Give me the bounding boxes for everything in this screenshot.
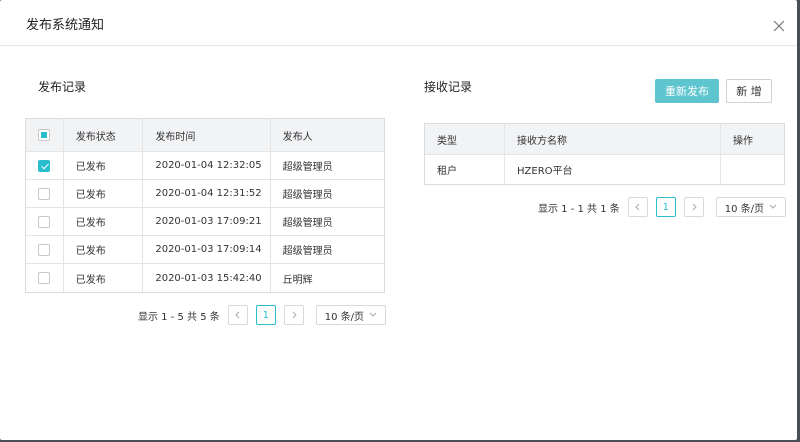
publish-records-pager: 显示 1 - 5 共 5 条 1 10 条/页 (138, 305, 386, 325)
action-cell (721, 155, 784, 184)
publisher-cell: 超级管理员 (282, 246, 333, 257)
publisher-cell: 丘明辉 (282, 274, 313, 286)
close-icon[interactable] (773, 20, 785, 32)
time-cell: 2020-01-03 15:42:40 (143, 264, 271, 292)
chevron-down-icon (369, 312, 377, 317)
table-row[interactable]: 已发布 2020-01-04 12:32:05 超级管理员 (26, 152, 384, 180)
row-checkbox[interactable] (38, 272, 51, 284)
status-cell: 已发布 (64, 208, 144, 235)
receiver-name-cell: HZERO平台 (505, 155, 721, 184)
prev-page-button[interactable] (227, 305, 248, 325)
select-all-checkbox[interactable] (38, 129, 51, 141)
row-checkbox[interactable] (38, 159, 51, 172)
republish-button[interactable]: 重新发布 (655, 79, 719, 103)
page-number-button[interactable]: 1 (655, 197, 676, 217)
publish-notice-modal: 发布系统通知 发布记录 发布状态 发布时间 发布人 已发布 2020-01-04 … (0, 0, 797, 440)
column-header-type: 类型 (425, 124, 505, 154)
row-checkbox[interactable] (38, 215, 51, 228)
time-cell: 2020-01-03 17:09:14 (143, 236, 271, 263)
column-header-publisher: 发布人 (282, 131, 313, 143)
chevron-left-icon (235, 311, 240, 319)
table-row[interactable]: 已发布 2020-01-03 15:42:40 丘明辉 (26, 264, 384, 292)
type-cell: 租户 (425, 155, 505, 184)
row-select-cell (26, 264, 64, 292)
table-row[interactable]: 已发布 2020-01-03 17:09:21 超级管理员 (26, 208, 384, 236)
status-cell: 已发布 (64, 236, 144, 263)
page-size-select[interactable]: 10 条/页 (715, 197, 786, 217)
page-size-label: 10 条/页 (324, 311, 365, 323)
table-header-row: 类型 接收方名称 操作 (425, 124, 784, 155)
receive-records-title: 接收记录 (424, 80, 473, 94)
table-row[interactable]: 租户 HZERO平台 (425, 155, 784, 184)
status-cell: 已发布 (64, 264, 144, 292)
row-select-cell (26, 180, 64, 207)
table-header-row: 发布状态 发布时间 发布人 (26, 119, 384, 152)
publisher-cell: 超级管理员 (282, 162, 333, 173)
row-select-cell (26, 152, 64, 179)
table-row[interactable]: 已发布 2020-01-03 17:09:14 超级管理员 (26, 236, 384, 264)
page-number-button[interactable]: 1 (255, 305, 276, 325)
next-page-button[interactable] (683, 197, 704, 217)
chevron-down-icon (769, 204, 777, 209)
add-button[interactable]: 新 增 (726, 79, 772, 103)
publish-records-title: 发布记录 (38, 80, 87, 94)
row-checkbox[interactable] (38, 187, 51, 200)
column-header-status: 发布状态 (64, 119, 144, 151)
column-header-receiver: 接收方名称 (505, 124, 721, 154)
publisher-cell: 超级管理员 (282, 190, 333, 201)
column-header-time: 发布时间 (143, 119, 271, 151)
row-select-cell (26, 208, 64, 235)
chevron-left-icon (635, 203, 640, 211)
receive-records-pager: 显示 1 - 1 共 1 条 1 10 条/页 (538, 197, 786, 217)
time-cell: 2020-01-03 17:09:21 (143, 208, 271, 235)
status-cell: 已发布 (64, 152, 144, 179)
receive-records-table: 类型 接收方名称 操作 租户 HZERO平台 (424, 123, 785, 185)
prev-page-button[interactable] (627, 197, 648, 217)
time-cell: 2020-01-04 12:32:05 (143, 152, 271, 179)
page-size-select[interactable]: 10 条/页 (315, 305, 386, 325)
modal-header: 发布系统通知 (0, 0, 797, 46)
chevron-right-icon (292, 311, 297, 319)
pager-summary: 显示 1 - 1 共 1 条 (538, 203, 620, 215)
row-select-cell (26, 236, 64, 263)
page-size-label: 10 条/页 (724, 203, 765, 215)
status-cell: 已发布 (64, 180, 144, 207)
select-all-cell (26, 119, 64, 151)
publish-records-table: 发布状态 发布时间 发布人 已发布 2020-01-04 12:32:05 超级管理… (25, 118, 385, 293)
row-checkbox[interactable] (38, 243, 51, 256)
column-header-action: 操作 (733, 135, 753, 147)
next-page-button[interactable] (283, 305, 304, 325)
time-cell: 2020-01-04 12:31:52 (143, 180, 271, 207)
chevron-right-icon (692, 203, 697, 211)
pager-summary: 显示 1 - 5 共 5 条 (138, 311, 220, 323)
table-row[interactable]: 已发布 2020-01-04 12:31:52 超级管理员 (26, 180, 384, 208)
modal-title: 发布系统通知 (26, 18, 105, 33)
publisher-cell: 超级管理员 (282, 218, 333, 229)
